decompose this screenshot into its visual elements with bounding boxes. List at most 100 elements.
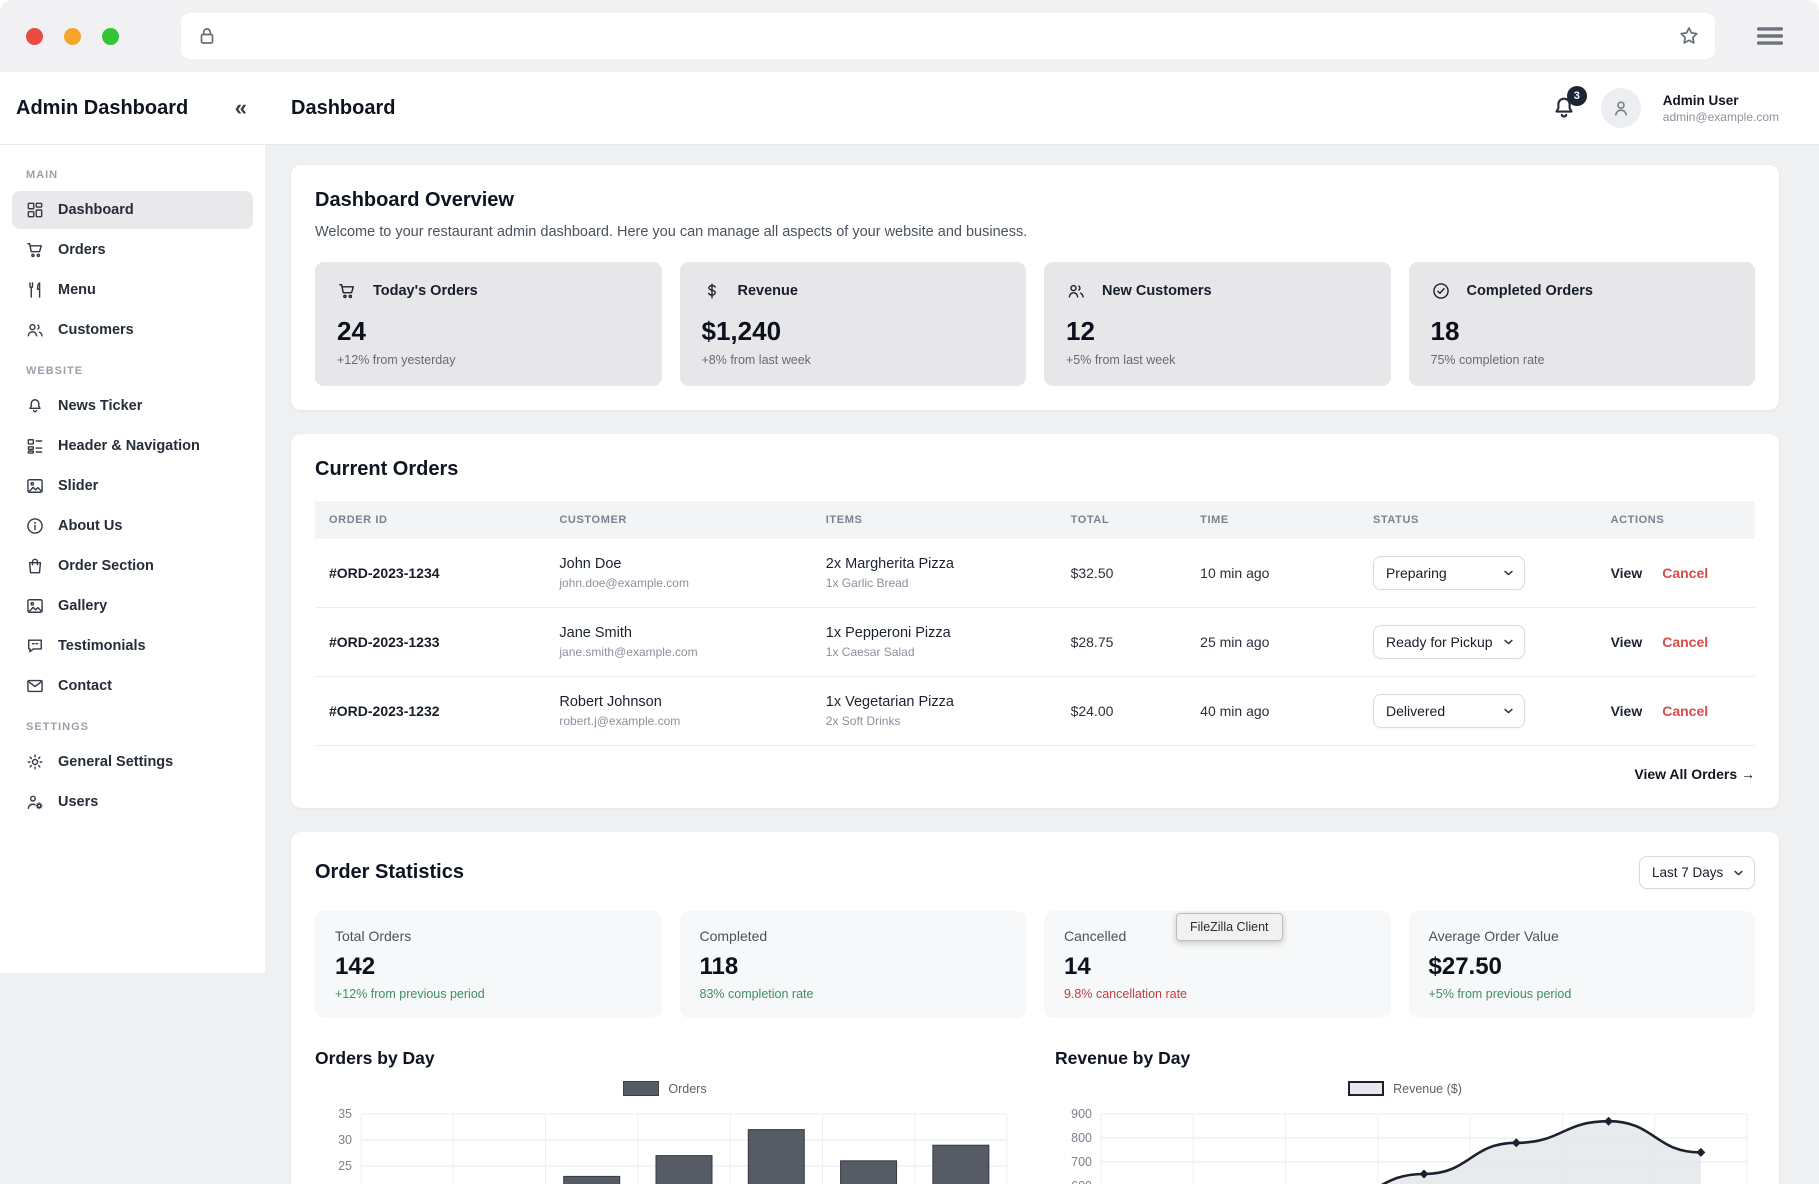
close-button[interactable] [26,28,43,45]
order-id: #ORD-2023-1232 [315,677,545,746]
view-all-orders-link[interactable]: View All Orders → [1634,766,1755,782]
sidebar-item-general-settings[interactable]: General Settings [12,743,253,781]
order-total: $28.75 [1057,608,1187,677]
sidebar: Admin Dashboard « MAINDashboardOrdersMen… [0,72,265,1184]
notifications-button[interactable]: 3 [1549,93,1579,123]
sidebar-item-dashboard[interactable]: Dashboard [12,191,253,229]
order-time: 40 min ago [1186,677,1359,746]
svg-text:600: 600 [1071,1179,1092,1184]
cart-icon [337,281,357,301]
view-order-link[interactable]: View [1611,703,1643,719]
legend-swatch [1348,1081,1384,1096]
star-bookmark-icon[interactable] [1677,24,1701,48]
checkc-icon [1431,281,1451,301]
order-item-primary: 1x Pepperoni Pizza [826,625,1043,641]
sidebar-title: Admin Dashboard [16,97,188,120]
customer-name: John Doe [559,556,797,572]
sidebar-item-about-us[interactable]: About Us [12,507,253,545]
nav-section-label: MAIN [12,155,253,189]
page-title: Dashboard [291,97,395,120]
address-bar-input[interactable] [229,27,1667,45]
sidebar-nav: MAINDashboardOrdersMenuCustomersWEBSITEN… [0,145,265,973]
mini-stat-subtext: +5% from previous period [1429,987,1736,1001]
current-orders-card: Current Orders ORDER IDCUSTOMERITEMSTOTA… [291,434,1779,808]
user-email: admin@example.com [1663,110,1779,124]
dashboard-overview-card: Dashboard Overview Welcome to your resta… [291,165,1779,410]
column-header-total: TOTAL [1057,501,1187,539]
sidebar-item-orders[interactable]: Orders [12,231,253,269]
order-item-secondary: 1x Caesar Salad [826,645,1043,659]
order-id: #ORD-2023-1233 [315,608,545,677]
stat-subtext: 75% completion rate [1431,353,1734,367]
sidebar-item-testimonials[interactable]: Testimonials [12,627,253,665]
maximize-button[interactable] [102,28,119,45]
mini-stat-subtext: 9.8% cancellation rate [1064,987,1371,1001]
order-status-select[interactable]: Preparing [1373,556,1525,590]
stat-label: Revenue [738,283,798,299]
column-header-order-id: ORDER ID [315,501,545,539]
avatar[interactable] [1601,88,1641,128]
svg-text:900: 900 [1071,1107,1092,1121]
table-row: #ORD-2023-1233Jane Smithjane.smith@examp… [315,608,1755,677]
quote-icon [25,636,45,656]
revenue-by-day-chart: Revenue by Day Revenue ($) 9008007006005… [1055,1048,1755,1184]
order-item-primary: 1x Vegetarian Pizza [826,694,1043,710]
sidebar-item-menu[interactable]: Menu [12,271,253,309]
filezilla-tooltip: FileZilla Client [1176,913,1283,941]
user-info[interactable]: Admin User admin@example.com [1663,93,1779,124]
sidebar-collapse-button[interactable]: « [235,97,247,119]
stat-value: 18 [1431,316,1734,347]
chart-legend: Orders [315,1081,1015,1096]
mini-stat-value: $27.50 [1429,953,1736,981]
order-total: $24.00 [1057,677,1187,746]
dollar-icon [702,281,722,301]
stat-subtext: +5% from last week [1066,353,1369,367]
view-order-link[interactable]: View [1611,565,1643,581]
order-time: 25 min ago [1186,608,1359,677]
order-status-select[interactable]: Ready for Pickup [1373,625,1525,659]
cancel-order-link[interactable]: Cancel [1662,703,1708,719]
bell-icon [25,396,45,416]
column-header-status: STATUS [1359,501,1597,539]
order-total: $32.50 [1057,539,1187,608]
stat-value: $1,240 [702,316,1005,347]
sidebar-item-order-section[interactable]: Order Section [12,547,253,585]
order-status-select[interactable]: Delivered [1373,694,1525,728]
nav-section-label: WEBSITE [12,351,253,385]
mini-stat-subtext: 83% completion rate [700,987,1007,1001]
mini-stat-value: 118 [700,953,1007,981]
browser-chrome [0,0,1819,72]
minimize-button[interactable] [64,28,81,45]
customer-email: jane.smith@example.com [559,645,797,659]
users-icon [1066,281,1086,301]
lock-icon [195,24,219,48]
cancel-order-link[interactable]: Cancel [1662,565,1708,581]
mini-stat-subtext: +12% from previous period [335,987,642,1001]
sidebar-item-header-navigation[interactable]: Header & Navigation [12,427,253,465]
order-statistics-card: Order Statistics Last 7 Days Total Order… [291,832,1779,1184]
view-order-link[interactable]: View [1611,634,1643,650]
order-item-secondary: 2x Soft Drinks [826,714,1043,728]
mail-icon [25,676,45,696]
cart-icon [25,240,45,260]
cancel-order-link[interactable]: Cancel [1662,634,1708,650]
svg-text:35: 35 [338,1107,352,1121]
customer-name: Robert Johnson [559,694,797,710]
sidebar-item-news-ticker[interactable]: News Ticker [12,387,253,425]
stat-card-revenue: Revenue$1,240+8% from last week [680,262,1027,386]
user-icon [1609,96,1633,120]
browser-menu-icon[interactable] [1753,19,1787,53]
grid-icon [25,200,45,220]
sidebar-item-gallery[interactable]: Gallery [12,587,253,625]
address-bar[interactable] [181,13,1715,59]
sidebar-item-customers[interactable]: Customers [12,311,253,349]
date-range-select[interactable]: Last 7 Days [1639,856,1755,889]
legend-swatch [623,1081,659,1096]
mini-stat-label: Completed [700,928,1007,944]
stat-label: New Customers [1102,283,1212,299]
sidebar-item-contact[interactable]: Contact [12,667,253,705]
customer-email: john.doe@example.com [559,576,797,590]
mini-stat-label: Total Orders [335,928,642,944]
sidebar-item-slider[interactable]: Slider [12,467,253,505]
sidebar-item-users[interactable]: Users [12,783,253,821]
